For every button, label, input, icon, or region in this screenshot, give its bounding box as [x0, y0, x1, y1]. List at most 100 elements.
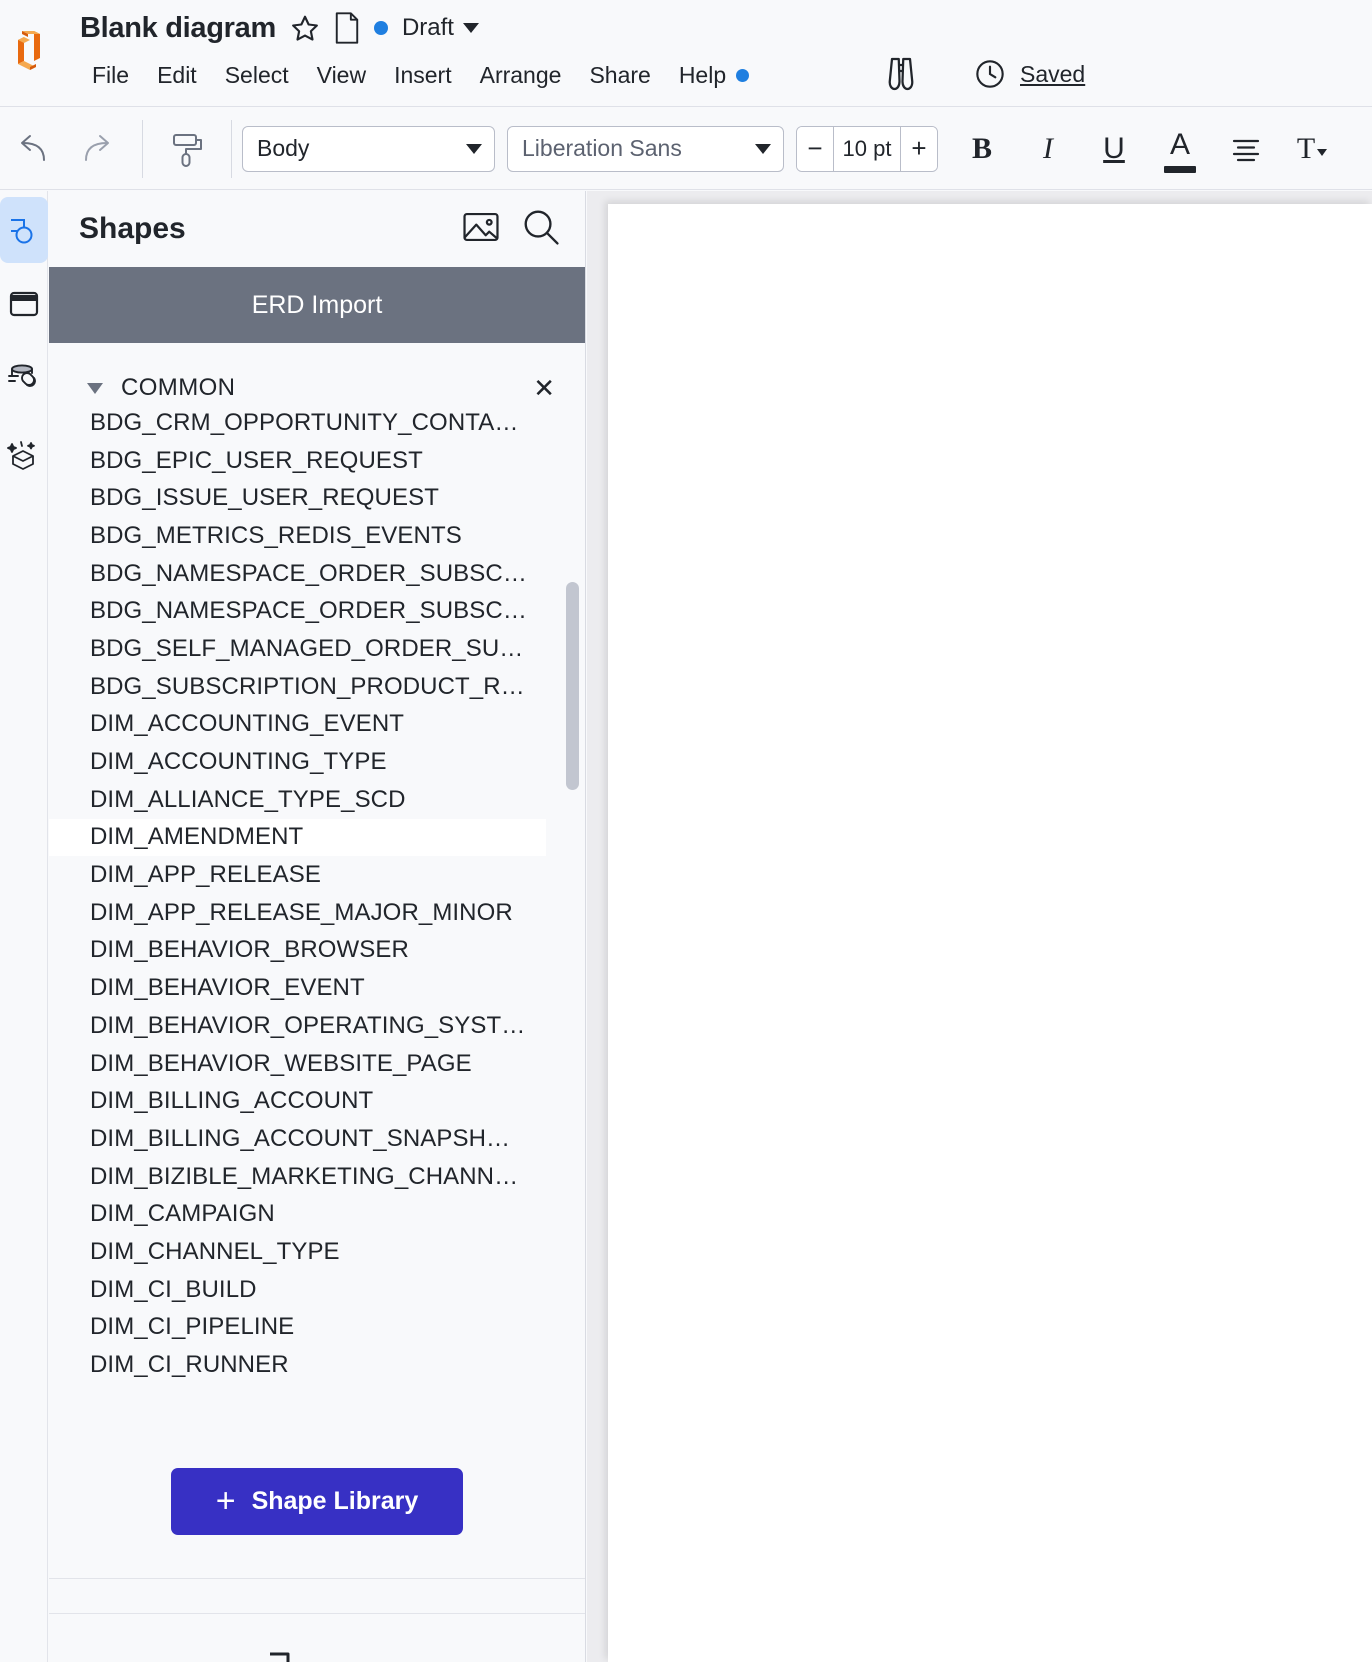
toolbar-divider-2	[231, 119, 232, 178]
rail-item-templates[interactable]	[0, 271, 48, 337]
list-item[interactable]: BDG_CRM_OPPORTUNITY_CONTA…	[49, 404, 585, 442]
panel-bottom-partial-section	[49, 1580, 585, 1662]
undo-arrow-icon[interactable]	[2, 120, 60, 178]
text-color-swatch	[1164, 165, 1196, 173]
star-icon[interactable]	[290, 13, 320, 43]
list-item[interactable]: BDG_ISSUE_USER_REQUEST	[49, 479, 585, 517]
menu-insert[interactable]: Insert	[380, 59, 466, 92]
shapes-diagram-icon	[11, 219, 33, 244]
text-style-value: Body	[257, 135, 310, 161]
font-size-decrease-button[interactable]: −	[797, 126, 833, 171]
font-family-select[interactable]: Liberation Sans	[507, 125, 784, 172]
chevron-down-icon	[1317, 149, 1328, 156]
header-right-actions: Saved	[880, 50, 1085, 98]
list-item[interactable]: DIM_ACCOUNTING_EVENT	[49, 706, 585, 744]
list-item[interactable]: DIM_CHANNEL_TYPE	[49, 1233, 585, 1271]
shapes-panel: Shapes ERD Import COMMON ✕ BDG_CRM_OPPOR…	[49, 191, 586, 1662]
file-icon[interactable]	[334, 12, 360, 44]
list-item[interactable]: DIM_ACCOUNTING_TYPE	[49, 743, 585, 781]
menu-view[interactable]: View	[303, 59, 380, 92]
section-collapse-toggle[interactable]: COMMON	[87, 374, 235, 402]
underline-button[interactable]: U	[1086, 121, 1142, 177]
list-item[interactable]: BDG_EPIC_USER_REQUEST	[49, 442, 585, 480]
menu-file[interactable]: File	[78, 59, 143, 92]
saved-status[interactable]: Saved	[974, 58, 1085, 90]
paint-roller-icon[interactable]	[159, 120, 217, 178]
list-item[interactable]: DIM_CI_BUILD	[49, 1271, 585, 1309]
font-size-increase-button[interactable]: +	[901, 126, 937, 171]
search-icon[interactable]	[521, 207, 561, 252]
font-size-stepper[interactable]: − 10 pt +	[796, 125, 938, 172]
left-rail	[0, 191, 48, 1662]
text-options-button[interactable]: T	[1284, 121, 1340, 177]
lucid-logo-icon[interactable]	[10, 26, 48, 72]
list-item[interactable]: DIM_ALLIANCE_TYPE_SCD	[49, 781, 585, 819]
menu-select[interactable]: Select	[211, 59, 303, 92]
shape-library-section: + Shape Library	[49, 1424, 585, 1579]
ai-magic-box-icon	[7, 441, 35, 470]
list-item[interactable]: BDG_NAMESPACE_ORDER_SUBSC…	[49, 592, 585, 630]
list-item[interactable]: DIM_BEHAVIOR_WEBSITE_PAGE	[49, 1045, 585, 1083]
add-shape-library-button[interactable]: + Shape Library	[171, 1467, 463, 1535]
image-icon[interactable]	[461, 207, 501, 252]
menu-help[interactable]: Help	[665, 59, 763, 92]
list-item[interactable]: DIM_APP_RELEASE	[49, 856, 585, 894]
saved-label: Saved	[1020, 60, 1086, 87]
rail-item-ai[interactable]	[0, 423, 48, 489]
list-item[interactable]: BDG_SELF_MANAGED_ORDER_SU…	[49, 630, 585, 668]
shape-list-scrollbar-thumb[interactable]	[566, 582, 579, 790]
text-align-icon[interactable]	[1218, 121, 1274, 177]
chevron-down-icon	[466, 143, 482, 154]
text-color-button[interactable]: A	[1152, 121, 1208, 177]
canvas-area[interactable]	[587, 191, 1372, 1662]
list-item[interactable]: DIM_CI_RUNNER	[49, 1346, 585, 1384]
rail-item-data[interactable]	[0, 345, 48, 411]
list-item[interactable]: DIM_BIZIBLE_MARKETING_CHANN…	[49, 1158, 585, 1196]
text-options-label: T	[1296, 131, 1316, 165]
menu-share[interactable]: Share	[575, 59, 664, 92]
list-item[interactable]: BDG_METRICS_REDIS_EVENTS	[49, 517, 585, 555]
help-notification-dot	[736, 68, 750, 82]
status-label: Draft	[401, 14, 454, 41]
top-bar: Blank diagram Draft File Edit Select Vie…	[0, 0, 1372, 107]
list-item[interactable]: DIM_CAMPAIGN	[49, 1195, 585, 1233]
list-item[interactable]: DIM_BEHAVIOR_BROWSER	[49, 932, 585, 970]
menu-arrange[interactable]: Arrange	[466, 59, 576, 92]
partial-icon[interactable]	[264, 1646, 304, 1662]
menu-bar: File Edit Select View Insert Arrange Sha…	[78, 52, 763, 98]
clock-icon	[976, 60, 1004, 88]
format-toolbar: Body Liberation Sans − 10 pt + B I U A T	[0, 108, 1372, 190]
list-item[interactable]: DIM_APP_RELEASE_MAJOR_MINOR	[49, 894, 585, 932]
menu-edit[interactable]: Edit	[143, 59, 211, 92]
list-item[interactable]: DIM_AMENDMENT	[49, 818, 546, 857]
binoculars-icon[interactable]	[880, 56, 922, 92]
list-item[interactable]: DIM_BEHAVIOR_OPERATING_SYST…	[49, 1007, 585, 1045]
page-title: Blank diagram	[80, 11, 276, 44]
list-item[interactable]: BDG_SUBSCRIPTION_PRODUCT_R…	[49, 668, 585, 706]
shapes-panel-header-actions	[461, 207, 561, 252]
data-link-icon	[8, 364, 36, 387]
status-badge[interactable]: Draft	[402, 14, 479, 42]
bold-button[interactable]: B	[954, 121, 1010, 177]
italic-button[interactable]: I	[1020, 121, 1076, 177]
list-item[interactable]: DIM_BILLING_ACCOUNT_SNAPSH…	[49, 1120, 585, 1158]
list-item[interactable]: DIM_CI_PIPELINE	[49, 1309, 585, 1347]
rail-item-shapes[interactable]	[0, 197, 48, 263]
font-family-value: Liberation Sans	[522, 135, 682, 161]
tab-erd-import[interactable]: ERD Import	[49, 267, 585, 343]
canvas-page[interactable]	[608, 204, 1372, 1662]
text-style-select[interactable]: Body	[242, 125, 495, 172]
underline-label: U	[1103, 131, 1125, 165]
menu-help-label: Help	[678, 61, 727, 88]
list-item[interactable]: DIM_BILLING_ACCOUNT	[49, 1082, 585, 1120]
font-size-input[interactable]: 10 pt	[833, 126, 901, 171]
list-item[interactable]: BDG_NAMESPACE_ORDER_SUBSC…	[49, 555, 585, 593]
toolbar-divider-1	[142, 119, 143, 178]
italic-label: I	[1043, 131, 1053, 165]
shapes-panel-title: Shapes	[79, 212, 186, 245]
redo-arrow-icon[interactable]	[70, 120, 128, 178]
document-title-row: Blank diagram Draft	[80, 6, 479, 50]
close-icon[interactable]: ✕	[533, 375, 555, 401]
text-color-label: A	[1169, 128, 1190, 161]
list-item[interactable]: DIM_BEHAVIOR_EVENT	[49, 969, 585, 1007]
